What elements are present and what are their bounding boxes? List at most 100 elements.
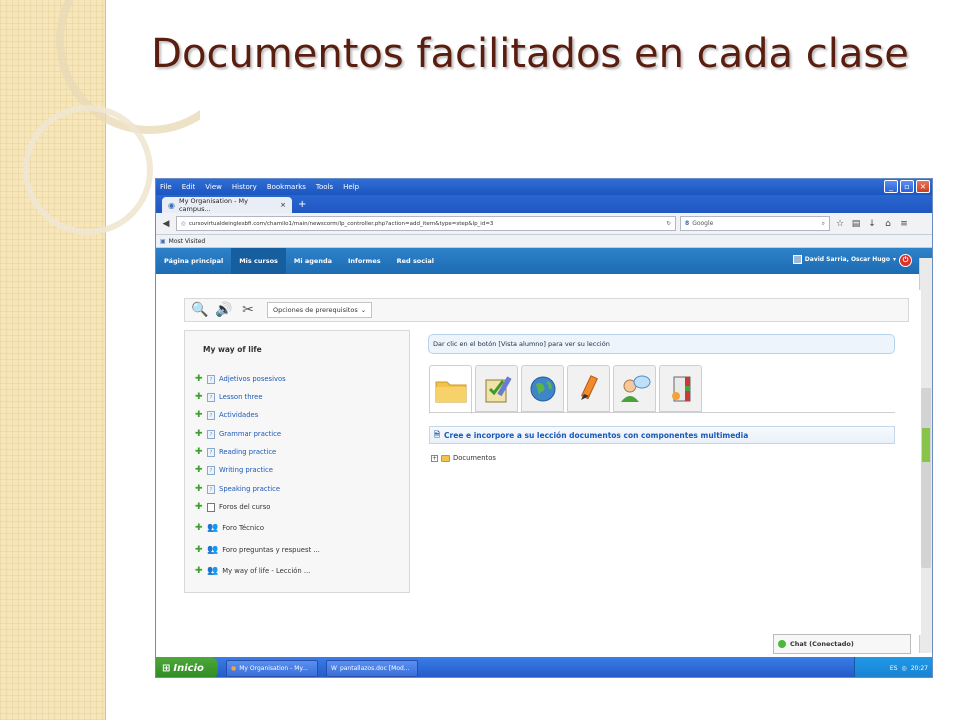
menu-bookmarks[interactable]: Bookmarks xyxy=(267,183,306,191)
checklist-icon xyxy=(485,375,512,402)
add-item-icon[interactable]: ✚ xyxy=(195,429,203,439)
add-item-icon[interactable]: ✚ xyxy=(195,545,203,555)
home-icon[interactable]: ⌂ xyxy=(882,219,894,229)
add-item-icon[interactable]: ✚ xyxy=(195,374,203,384)
add-item-icon[interactable]: ✚ xyxy=(195,410,203,420)
prerequisites-dropdown[interactable]: Opciones de prerequisitos ⌄ xyxy=(267,302,373,318)
pencil-icon xyxy=(580,374,598,400)
audio-icon[interactable]: 🔊 xyxy=(215,301,233,319)
document-icon: ? xyxy=(207,374,215,384)
lesson-item-label: Speaking practice xyxy=(219,485,281,493)
lesson-item[interactable]: ✚? Grammar practice xyxy=(195,428,281,440)
tab-title: My Organisation - My campus... xyxy=(178,197,248,213)
reload-icon[interactable]: ↻ xyxy=(666,221,671,227)
window-controls: _ ▫ × xyxy=(884,180,930,193)
menu-edit[interactable]: Edit xyxy=(182,183,196,191)
menu-view[interactable]: View xyxy=(205,183,222,191)
expand-icon[interactable]: + xyxy=(431,454,438,462)
documents-tree-root[interactable]: + Documentos xyxy=(431,454,496,462)
browser-tab[interactable]: ◉ My Organisation - My campus... × xyxy=(162,197,292,213)
nav-item-pagina-principal[interactable]: Página principal xyxy=(156,248,231,274)
tool-tab-links[interactable] xyxy=(521,365,564,412)
lesson-item[interactable]: ✚? Actividades xyxy=(195,409,258,421)
lesson-item[interactable]: ✚? Reading practice xyxy=(195,446,276,458)
tray-icon[interactable]: ◎ xyxy=(901,665,906,672)
download-icon[interactable]: ↓ xyxy=(866,219,878,229)
minimize-button[interactable]: _ xyxy=(884,180,898,193)
prerequisites-label: Opciones de prerequisitos xyxy=(273,306,358,314)
add-item-icon[interactable]: ✚ xyxy=(195,392,203,402)
search-icon[interactable]: ⌕ xyxy=(822,220,825,228)
lesson-item-label: Actividades xyxy=(219,411,259,419)
lesson-item[interactable]: ✚? Writing practice xyxy=(195,464,273,476)
bookmark-most-visited[interactable]: Most Visited xyxy=(169,238,206,245)
browser-navbar: ◀ ◎ cursovirtualdeinglesbfi.com/chamilo1… xyxy=(156,213,932,235)
lesson-item[interactable]: ✚ 👥 Foro preguntas y respuest ... xyxy=(195,544,320,556)
tool-tab-exercises[interactable] xyxy=(475,365,518,412)
taskbar-item-document[interactable]: W pantallazos.doc [Mod... xyxy=(326,659,418,677)
lesson-title: My way of life xyxy=(203,345,262,354)
tool-tab-documents[interactable] xyxy=(429,365,472,414)
menu-tools[interactable]: Tools xyxy=(316,183,333,191)
scroll-thumb[interactable] xyxy=(921,388,931,568)
page-content: 🔍 🔊 ✂ Opciones de prerequisitos ⌄ My way… xyxy=(156,290,921,635)
documents-label: Documentos xyxy=(453,454,496,462)
document-icon: ? xyxy=(207,447,215,457)
lesson-item[interactable]: ✚ 👥 Foro Técnico xyxy=(195,522,264,534)
system-tray: ES ◎ 20:27 xyxy=(854,657,932,677)
menu-history[interactable]: History xyxy=(232,183,257,191)
book-gear-icon xyxy=(671,376,690,401)
avatar xyxy=(792,255,802,264)
nav-item-informes[interactable]: Informes xyxy=(340,248,389,274)
url-bar[interactable]: ◎ cursovirtualdeinglesbfi.com/chamilo1/m… xyxy=(176,216,676,231)
tool-tab-assignments[interactable] xyxy=(567,365,610,412)
add-item-icon[interactable]: ✚ xyxy=(195,502,203,512)
add-item-icon[interactable]: ✚ xyxy=(195,465,203,475)
logout-power-icon[interactable]: ⏻ xyxy=(899,254,912,267)
bookmark-star-icon[interactable]: ☆ xyxy=(834,219,846,229)
tools-icon[interactable]: ✂ xyxy=(239,301,257,319)
bookmarks-menu-icon[interactable]: ▤ xyxy=(850,219,862,229)
menu-help[interactable]: Help xyxy=(343,183,359,191)
search-bar[interactable]: 8 Google ⌕ xyxy=(680,216,830,231)
lesson-item[interactable]: ✚? Adjetivos posesivos xyxy=(195,373,286,385)
chat-widget[interactable]: Chat (Conectado) xyxy=(773,634,911,654)
lesson-item[interactable]: ✚ 👥 My way of life - Lección ... xyxy=(195,565,310,577)
lesson-item[interactable]: ✚ Foros del curso xyxy=(195,501,270,513)
nav-item-mi-agenda[interactable]: Mi agenda xyxy=(286,248,340,274)
add-item-icon[interactable]: ✚ xyxy=(195,484,203,494)
new-tab-button[interactable]: + xyxy=(298,197,306,213)
hamburger-menu-icon[interactable]: ≡ xyxy=(898,219,910,229)
tool-tabs xyxy=(429,365,702,414)
chevron-down-icon: ▾ xyxy=(892,256,896,263)
taskbar-item-browser[interactable]: ● My Organisation - My... xyxy=(226,659,318,677)
back-icon[interactable]: ◀ xyxy=(160,219,172,229)
tool-tab-sections[interactable] xyxy=(659,365,702,412)
scroll-marker xyxy=(922,428,930,462)
document-icon: ? xyxy=(207,484,215,494)
info-text: Dar clic en el botón [Vista alumno] para… xyxy=(433,340,610,348)
search-engine-icon: 8 xyxy=(685,220,690,227)
tool-tab-forums[interactable] xyxy=(613,365,656,412)
lesson-item[interactable]: ✚? Speaking practice xyxy=(195,483,280,495)
search-icon[interactable]: 🔍 xyxy=(191,301,209,319)
maximize-button[interactable]: ▫ xyxy=(900,180,914,193)
start-label: Inicio xyxy=(173,662,204,674)
nav-item-mis-cursos[interactable]: Mis cursos xyxy=(231,248,286,274)
forum-icon: 👥 xyxy=(207,566,219,576)
nav-item-red-social[interactable]: Red social xyxy=(389,248,442,274)
tab-close-icon[interactable]: × xyxy=(280,201,286,209)
url-text: cursovirtualdeinglesbfi.com/chamilo1/mai… xyxy=(188,220,494,227)
add-item-icon[interactable]: ✚ xyxy=(195,566,203,576)
add-item-icon[interactable]: ✚ xyxy=(195,523,203,533)
document-add-icon: 🗎 xyxy=(434,429,441,439)
lesson-item[interactable]: ✚? Lesson three xyxy=(195,391,263,403)
add-item-icon[interactable]: ✚ xyxy=(195,447,203,457)
language-indicator[interactable]: ES xyxy=(890,665,898,672)
start-button[interactable]: ⊞ Inicio xyxy=(156,657,218,677)
user-menu[interactable]: David Sarria, Oscar Hugo ▾ xyxy=(792,255,896,264)
close-window-button[interactable]: × xyxy=(916,180,930,193)
section-title: Cree e incorpore a su lección documentos… xyxy=(444,430,749,440)
menu-file[interactable]: File xyxy=(160,183,172,191)
chat-label: Chat (Conectado) xyxy=(790,640,854,648)
